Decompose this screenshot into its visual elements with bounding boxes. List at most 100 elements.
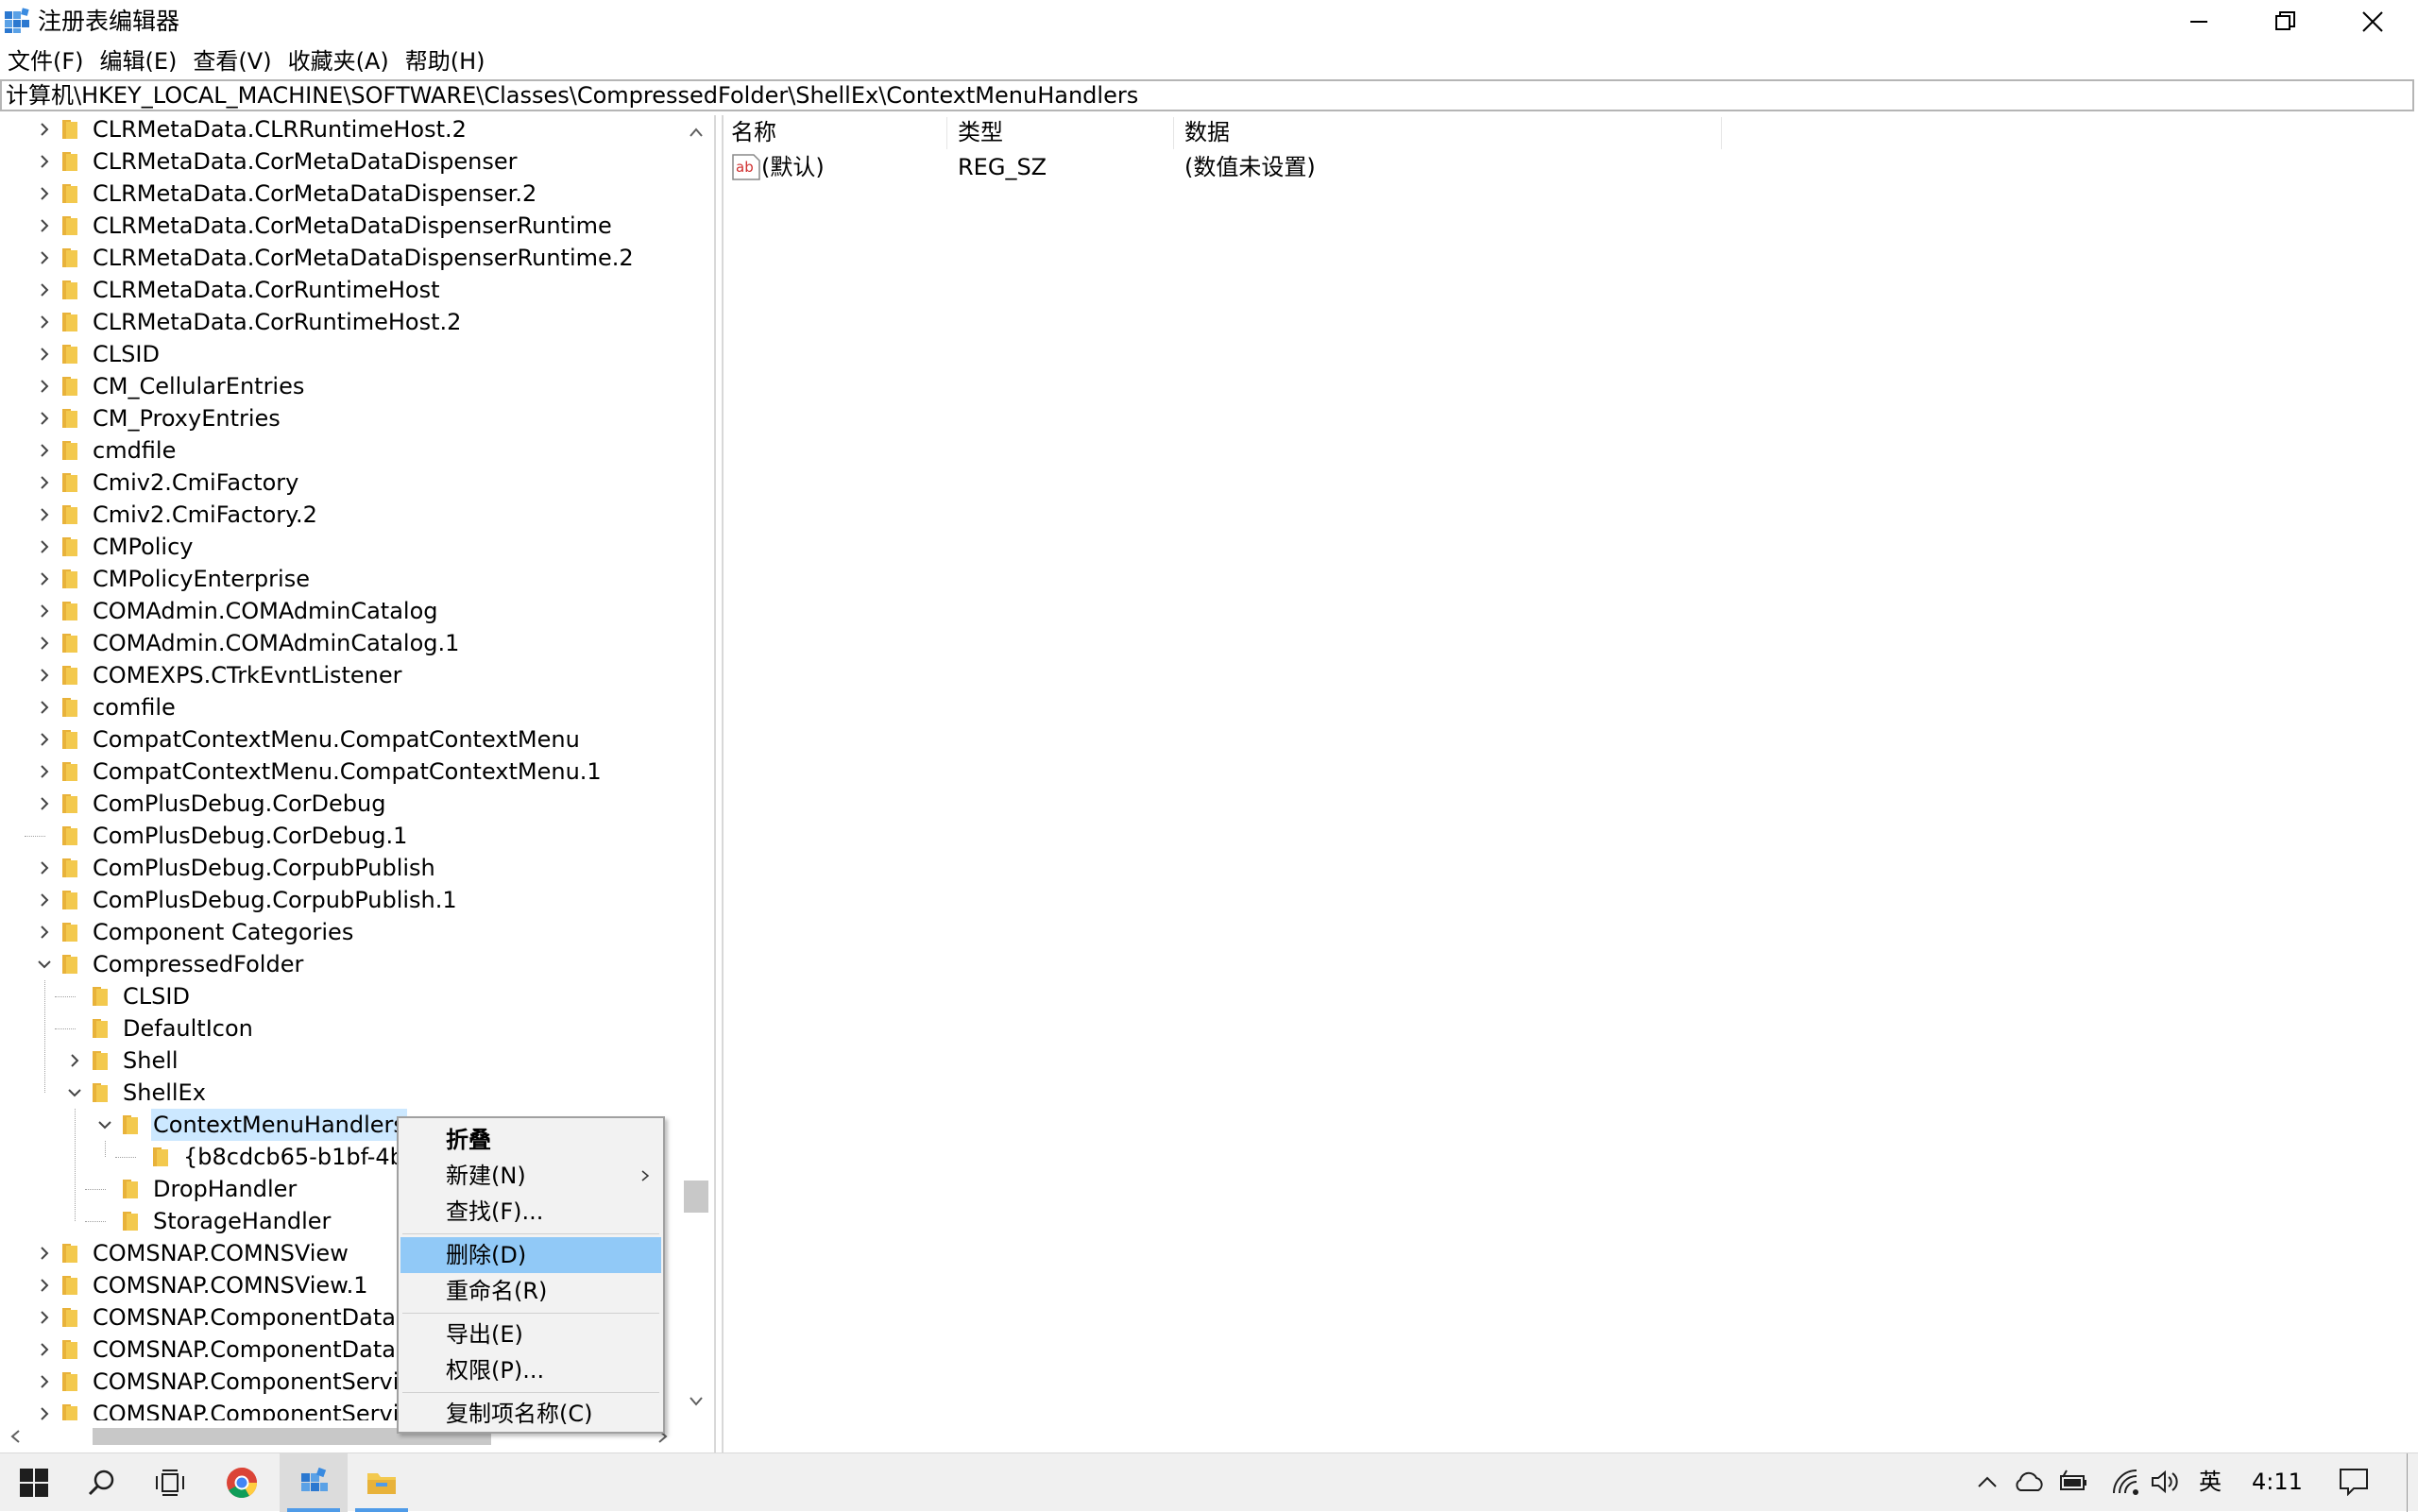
tree-node[interactable]: CompatContextMenu.CompatContextMenu [0,723,680,756]
address-bar[interactable]: 计算机\HKEY_LOCAL_MACHINE\SOFTWARE\Classes\… [0,79,2414,111]
tree-node[interactable]: CLRMetaData.CorMetaDataDispenserRuntime.… [0,242,680,274]
chevron-right-icon[interactable] [36,538,53,555]
scroll-left-icon[interactable] [9,1429,21,1444]
tree-node[interactable]: CM_CellularEntries [0,370,680,402]
chevron-right-icon[interactable] [36,763,53,780]
chevron-right-icon[interactable] [36,635,53,652]
tree-node[interactable]: CLRMetaData.CorRuntimeHost [0,274,680,306]
chevron-right-icon[interactable] [36,667,53,684]
tree-node[interactable]: comfile [0,691,680,723]
minimize-button[interactable] [2155,0,2242,43]
search-button[interactable] [68,1453,136,1512]
menu-file[interactable]: 文件(F) [0,45,93,79]
chevron-right-icon[interactable] [36,1245,53,1262]
chevron-right-icon[interactable] [36,859,53,876]
menu-item-copy-key-name[interactable]: 复制项名称(C) [400,1396,661,1432]
column-divider[interactable] [1721,117,1722,149]
scroll-down-icon[interactable] [689,1396,704,1407]
chevron-right-icon[interactable] [36,378,53,395]
tree-node[interactable]: ComPlusDebug.CorpubPublish [0,852,680,884]
chevron-right-icon[interactable] [36,121,53,138]
tree-node[interactable]: CompressedFolder [0,948,680,980]
menu-item-rename[interactable]: 重命名(R) [400,1273,661,1309]
show-desktop-divider[interactable] [2407,1453,2408,1512]
menu-item-new[interactable]: 新建(N) [400,1158,661,1194]
scroll-up-icon[interactable] [689,127,704,138]
chevron-right-icon[interactable] [36,217,53,234]
menu-edit[interactable]: 编辑(E) [93,45,186,79]
chevron-right-icon[interactable] [36,1277,53,1294]
menu-item-collapse[interactable]: 折叠 [400,1122,661,1158]
chevron-right-icon[interactable] [36,410,53,427]
menu-favorites[interactable]: 收藏夹(A) [281,45,398,79]
chevron-right-icon[interactable] [36,185,53,202]
tree-node[interactable]: CLRMetaData.CorRuntimeHost.2 [0,306,680,338]
volume-button[interactable] [2148,1465,2182,1499]
chevron-down-icon[interactable] [36,956,53,973]
tree-node[interactable]: Cmiv2.CmiFactory.2 [0,499,680,531]
chevron-down-icon[interactable] [96,1116,113,1133]
chevron-right-icon[interactable] [36,699,53,716]
tree-node[interactable]: ShellEx [0,1077,680,1109]
chevron-right-icon[interactable] [66,1052,83,1069]
vertical-scroll-thumb[interactable] [684,1181,708,1213]
chevron-right-icon[interactable] [36,924,53,941]
tree-node[interactable]: ComPlusDebug.CorpubPublish.1 [0,884,680,916]
chevron-right-icon[interactable] [36,570,53,587]
tree-node[interactable]: CMPolicy [0,531,680,563]
tree-node[interactable]: Component Categories [0,916,680,948]
menu-item-delete[interactable]: 删除(D) [400,1237,661,1273]
chevron-right-icon[interactable] [36,442,53,459]
chevron-right-icon[interactable] [36,506,53,523]
menu-view[interactable]: 查看(V) [185,45,280,79]
tree-node[interactable]: CLRMetaData.CLRRuntimeHost.2 [0,115,680,145]
chevron-right-icon[interactable] [36,346,53,363]
tree-node[interactable]: DefaultIcon [0,1012,680,1045]
chevron-right-icon[interactable] [36,281,53,298]
tree-vertical-scrollbar[interactable] [680,115,712,1420]
chevron-down-icon[interactable] [66,1084,83,1101]
chevron-right-icon[interactable] [36,1341,53,1358]
clock[interactable]: 4:11 [2252,1465,2303,1499]
tree-node[interactable]: ComPlusDebug.CorDebug [0,788,680,820]
chevron-right-icon[interactable] [36,153,53,170]
show-hidden-icons-button[interactable] [1970,1465,2004,1499]
column-divider[interactable] [1173,117,1174,149]
file-explorer-button[interactable] [348,1453,416,1512]
tree-node[interactable]: COMEXPS.CTrkEvntListener [0,659,680,691]
tree-node[interactable]: CMPolicyEnterprise [0,563,680,595]
regedit-taskbar-button[interactable] [280,1453,348,1512]
menu-help[interactable]: 帮助(H) [398,45,494,79]
chevron-right-icon[interactable] [36,1373,53,1390]
chevron-right-icon[interactable] [36,1309,53,1326]
column-header-type[interactable]: 类型 [958,115,1003,149]
tree-node[interactable]: CLSID [0,338,680,370]
chevron-right-icon[interactable] [36,731,53,748]
menu-item-permissions[interactable]: 权限(P)... [400,1352,661,1388]
close-button[interactable] [2329,0,2416,43]
tree-node[interactable]: CLSID [0,980,680,1012]
chevron-right-icon[interactable] [36,474,53,491]
tree-node[interactable]: COMAdmin.COMAdminCatalog.1 [0,627,680,659]
restore-button[interactable] [2242,0,2329,43]
tree-node[interactable]: Shell [0,1045,680,1077]
chevron-right-icon[interactable] [36,795,53,812]
column-header-name[interactable]: 名称 [731,115,776,149]
task-view-button[interactable] [136,1453,204,1512]
chrome-button[interactable] [208,1453,276,1512]
column-header-data[interactable]: 数据 [1184,115,1230,149]
tree-node[interactable]: Cmiv2.CmiFactory [0,467,680,499]
menu-item-find[interactable]: 查找(F)... [400,1194,661,1230]
tree-node[interactable]: CM_ProxyEntries [0,402,680,434]
network-button[interactable] [2108,1465,2142,1499]
chevron-right-icon[interactable] [36,603,53,620]
chevron-right-icon[interactable] [36,892,53,909]
tree-node[interactable]: ComPlusDebug.CorDebug.1 [0,820,680,852]
action-center-button[interactable] [2337,1465,2371,1499]
column-divider[interactable] [946,117,947,149]
tree-node[interactable]: COMAdmin.COMAdminCatalog [0,595,680,627]
start-button[interactable] [0,1453,68,1512]
chevron-right-icon[interactable] [36,314,53,331]
tree-node[interactable]: CompatContextMenu.CompatContextMenu.1 [0,756,680,788]
tree-node[interactable]: CLRMetaData.CorMetaDataDispenserRuntime [0,210,680,242]
